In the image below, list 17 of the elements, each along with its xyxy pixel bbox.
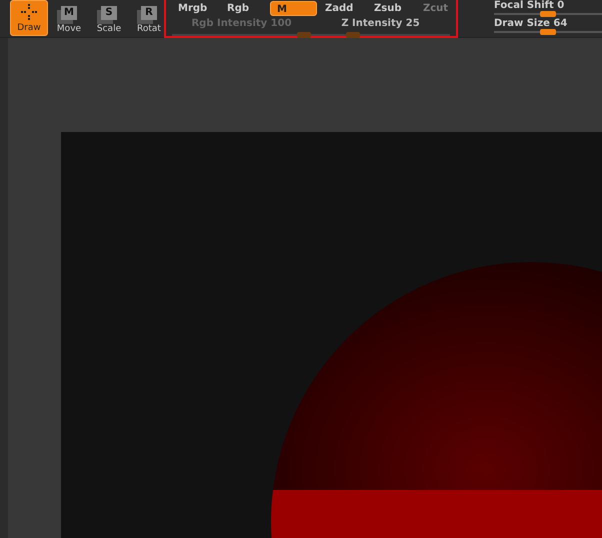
tool-button[interactable]: M Move (50, 0, 88, 36)
slider-thumb[interactable] (540, 11, 556, 17)
tool-button[interactable]: R Rotat (130, 0, 164, 36)
tool-button[interactable]: S Scale (90, 0, 128, 36)
mode-button[interactable]: Rgb (221, 0, 268, 16)
slider-label: Draw Size 64 (494, 18, 568, 29)
crosshair-icon (21, 4, 37, 20)
mode-button[interactable]: M (270, 0, 317, 16)
mode-button[interactable]: Zadd (319, 0, 366, 16)
mode-button[interactable]: Mrgb (172, 0, 219, 16)
slider-label: Z Intensity 25 (341, 18, 420, 30)
slider-thumb[interactable] (540, 29, 556, 35)
slider-label: Rgb Intensity 100 (191, 18, 292, 30)
mode-button[interactable]: Zsub (368, 0, 415, 16)
slider-label: Focal Shift 0 (494, 0, 566, 11)
slider-thumb[interactable] (346, 32, 360, 38)
tool-button[interactable]: Draw (10, 0, 48, 36)
